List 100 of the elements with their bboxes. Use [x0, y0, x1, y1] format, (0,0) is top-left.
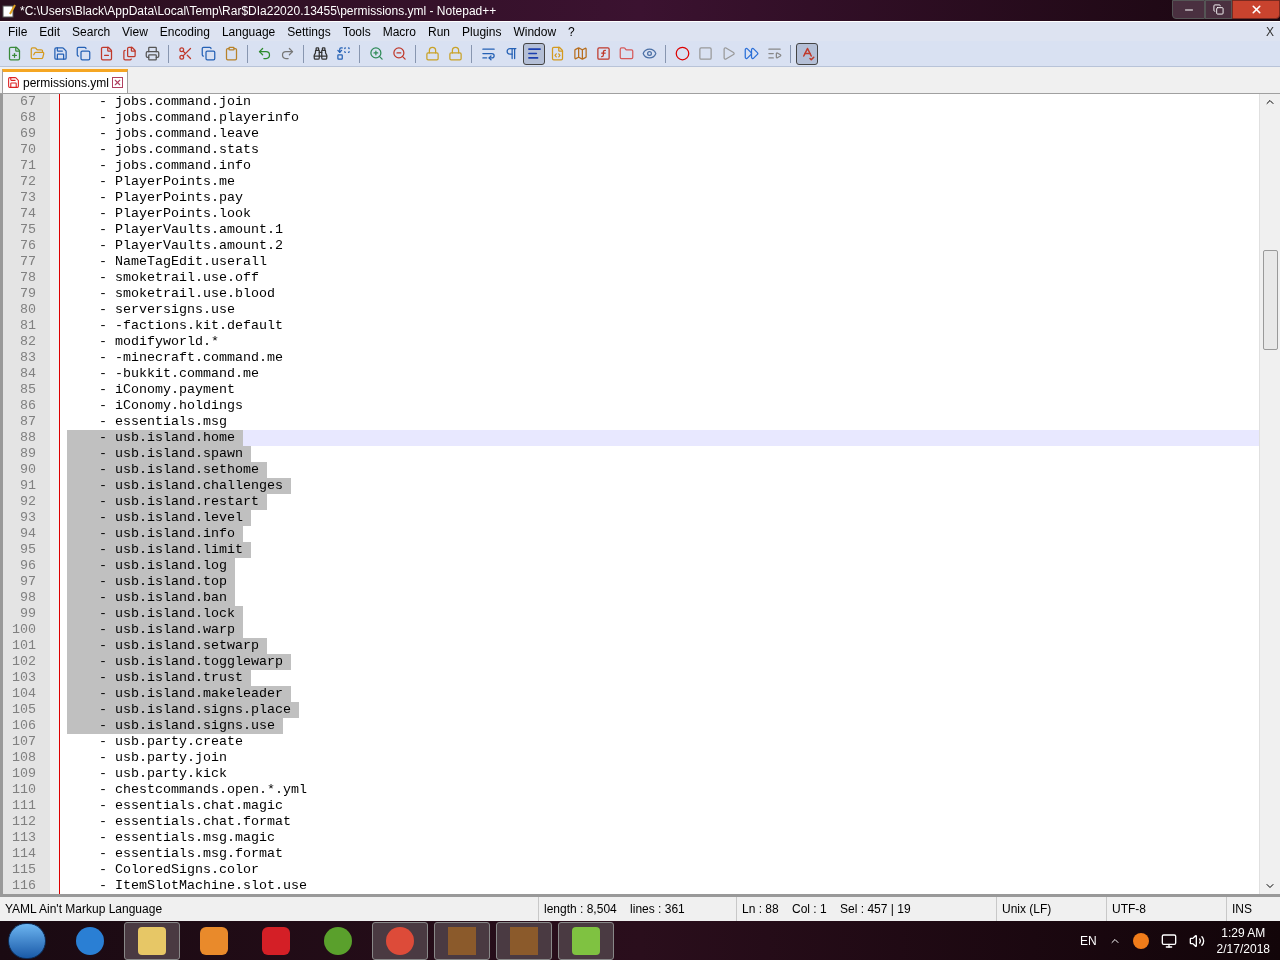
spellcheck-button[interactable] — [796, 42, 818, 65]
line-number: 98 — [19, 590, 37, 606]
line-number: 105 — [11, 702, 37, 718]
save-icon — [52, 46, 68, 61]
menu-item[interactable]: Tools — [336, 22, 377, 41]
line-number: 77 — [19, 254, 37, 270]
code-text: - usb.island.spawn — [67, 446, 251, 462]
line-number: 97 — [19, 574, 37, 590]
menu-item[interactable]: ? — [562, 22, 581, 41]
language-indicator[interactable]: EN — [1079, 931, 1097, 950]
file-tab[interactable]: permissions.yml — [2, 69, 128, 93]
window-title: *C:\Users\Black\AppData\Local\Temp\Rar$DIa22020.13455\permissions.yml - Notepad++ — [20, 2, 497, 20]
taskbar-app[interactable] — [124, 921, 180, 960]
taskbar-app[interactable] — [434, 921, 490, 960]
taskbar-app[interactable] — [558, 921, 614, 960]
status-text: YAML Ain't Markup Language — [4, 901, 164, 918]
line-number: 107 — [11, 734, 37, 750]
close-document-button[interactable]: X — [1266, 22, 1274, 41]
minimize-button[interactable] — [1172, 0, 1205, 19]
indent-guide-button[interactable] — [523, 42, 545, 65]
line-number: 83 — [19, 350, 37, 366]
clock-date[interactable]: 2/17/2018 — [1216, 940, 1270, 957]
code-text: - usb.island.sethome — [67, 462, 267, 478]
scrollbar[interactable] — [1259, 94, 1280, 894]
code-text: - iConomy.payment — [98, 382, 235, 398]
menu-item[interactable]: File — [2, 22, 34, 41]
menu-item[interactable]: Search — [66, 22, 117, 41]
code-text: - iConomy.holdings — [98, 398, 243, 414]
start-button[interactable] — [8, 922, 46, 959]
menu-item[interactable]: Window — [507, 22, 563, 41]
code-text: - jobs.command.stats — [98, 142, 259, 158]
code-text: - jobs.command.join — [98, 94, 251, 110]
code-text: - usb.island.signs.use — [67, 718, 283, 734]
tab-close-button[interactable] — [112, 77, 123, 88]
scrollbar-thumb[interactable] — [1262, 250, 1278, 350]
code-text: - -factions.kit.default — [98, 318, 283, 334]
tab-label: permissions.yml — [23, 74, 109, 92]
code-text: - PlayerPoints.pay — [98, 190, 243, 206]
code-text: - jobs.command.leave — [98, 126, 259, 142]
line-number: 103 — [11, 670, 37, 686]
menu-item[interactable]: Settings — [281, 22, 337, 41]
line-number: 81 — [19, 318, 37, 334]
menu-item[interactable]: Edit — [33, 22, 67, 41]
line-number: 85 — [19, 382, 37, 398]
code-text: - smoketrail.use.blood — [98, 286, 275, 302]
maximize-button[interactable] — [1205, 0, 1232, 19]
clock-time[interactable]: 1:29 AM — [1221, 924, 1266, 941]
volume-icon[interactable] — [1188, 932, 1205, 949]
menu-item[interactable]: Macro — [376, 22, 422, 41]
code-text: - essentials.chat.magic — [98, 798, 283, 814]
close-button[interactable] — [1232, 0, 1280, 19]
code-text: - usb.island.togglewarp — [67, 654, 291, 670]
code-text: - usb.island.log — [67, 558, 235, 574]
replace-icon — [335, 46, 351, 61]
line-number: 106 — [11, 718, 37, 734]
line-number: 72 — [19, 174, 37, 190]
menu-item[interactable]: View — [116, 22, 154, 41]
line-number: 87 — [19, 414, 37, 430]
line-number: 114 — [11, 846, 37, 862]
line-number: 115 — [11, 862, 37, 878]
taskbar-app[interactable] — [496, 921, 552, 960]
code-text: - jobs.command.info — [98, 158, 251, 174]
code-text: - essentials.msg — [98, 414, 227, 430]
line-number: 78 — [19, 270, 37, 286]
line-number: 109 — [11, 766, 37, 782]
menu-item[interactable]: Language — [215, 22, 282, 41]
line-number: 101 — [11, 638, 37, 654]
code-text: - modifyworld.* — [98, 334, 219, 350]
code-text: - -minecraft.command.me — [98, 350, 283, 366]
save-all-icon — [75, 46, 91, 61]
line-number: 113 — [11, 830, 37, 846]
line-number: 116 — [11, 878, 37, 894]
line-number: 76 — [19, 238, 37, 254]
code-text: - essentials.chat.format — [98, 814, 291, 830]
code-text: - serversigns.use — [98, 302, 235, 318]
code-text: - PlayerVaults.amount.1 — [98, 222, 283, 238]
line-number: 67 — [19, 94, 37, 110]
code-text: - usb.party.join — [98, 750, 227, 766]
code-text: - usb.island.ban — [67, 590, 235, 606]
lock-icon — [424, 46, 440, 61]
stop-icon — [697, 46, 713, 61]
line-number: 95 — [19, 542, 37, 558]
menu-item[interactable]: Run — [422, 22, 457, 41]
code-text: - essentials.msg.format — [98, 846, 283, 862]
zoom-out-icon — [391, 46, 407, 61]
close-all-icon — [121, 46, 137, 61]
menu-item[interactable]: Plugins — [456, 22, 508, 41]
line-number: 73 — [19, 190, 37, 206]
taskbar-app[interactable] — [372, 921, 428, 960]
code-text: - -bukkit.command.me — [98, 366, 259, 382]
code-text: - usb.island.top — [67, 574, 235, 590]
code-text: - ItemSlotMachine.slot.use — [98, 878, 307, 894]
binoculars-icon — [312, 46, 328, 61]
line-number: 84 — [19, 366, 37, 382]
line-number: 89 — [19, 446, 37, 462]
code-text: - usb.island.signs.place — [67, 702, 299, 718]
line-number: 92 — [19, 494, 37, 510]
line-number: 93 — [19, 510, 37, 526]
menu-item[interactable]: Encoding — [153, 22, 216, 41]
network-icon[interactable] — [1160, 932, 1177, 949]
